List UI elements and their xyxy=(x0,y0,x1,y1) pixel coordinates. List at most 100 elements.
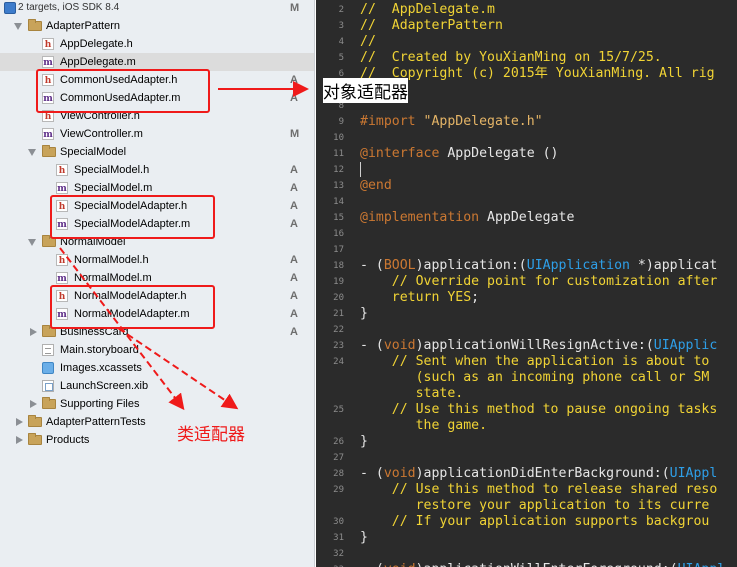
code-line[interactable]: } xyxy=(360,530,368,546)
code-token: // AppDelegate.m xyxy=(360,2,495,17)
disclosure-open-icon[interactable] xyxy=(28,239,36,246)
code-line[interactable]: // Sent when the application is about to xyxy=(360,354,710,370)
code-token: void xyxy=(383,466,416,481)
file-row-products[interactable]: Products xyxy=(0,431,314,449)
file-row-label: AdapterPatternTests xyxy=(46,416,146,428)
file-row-launchscreen-xib[interactable]: LaunchScreen.xib xyxy=(0,377,314,395)
source-file-icon: m xyxy=(42,128,54,140)
line-number: 14 xyxy=(333,197,344,207)
folder-icon xyxy=(42,397,56,409)
line-number: 29 xyxy=(333,485,344,495)
line-number: 3 xyxy=(338,21,344,31)
code-line[interactable]: the game. xyxy=(360,418,487,434)
code-line[interactable]: - (void)applicationWillResignActive:(UIA… xyxy=(360,338,717,354)
code-token: *)applicat xyxy=(629,258,718,273)
scm-status-badge: A xyxy=(290,272,298,284)
code-line[interactable]: } xyxy=(360,434,368,450)
code-line[interactable]: // Use this method to pause ongoing task… xyxy=(360,402,718,418)
line-number: 33 xyxy=(316,562,344,567)
code-line[interactable]: } xyxy=(360,306,368,322)
code-token: } xyxy=(360,306,368,321)
scm-status-badge: A xyxy=(290,290,298,302)
code-line[interactable]: // If your application supports backgrou xyxy=(360,514,710,530)
code-line[interactable]: - (void)applicationDidEnterBackground:(U… xyxy=(360,466,717,482)
disclosure-open-icon[interactable] xyxy=(14,23,22,30)
code-line[interactable]: restore your application to its curre xyxy=(360,498,710,514)
code-line[interactable]: #import "AppDelegate.h" xyxy=(360,114,543,130)
file-row-adapterpatterntests[interactable]: AdapterPatternTests xyxy=(0,413,314,431)
code-token: )applicationDidEnterBackground:( xyxy=(415,466,670,481)
line-number: 30 xyxy=(333,517,344,527)
header-file-icon: h xyxy=(42,38,54,50)
line-number: 13 xyxy=(333,181,344,191)
file-row-label: NormalModel.h xyxy=(74,254,149,266)
disclosure-open-icon[interactable] xyxy=(28,149,36,156)
code-line[interactable]: @interface AppDelegate () xyxy=(360,146,559,162)
code-line[interactable]: - (void)applicationWillEnterForeground:(… xyxy=(360,562,725,567)
line-number: 21 xyxy=(333,309,344,319)
code-line[interactable]: // AppDelegate.m xyxy=(360,2,495,18)
code-token: return YES xyxy=(360,290,472,305)
file-row-supporting-files[interactable]: Supporting Files xyxy=(0,395,314,413)
source-file-icon: m xyxy=(42,56,54,68)
line-number: 12 xyxy=(333,165,344,175)
code-line[interactable]: // Use this method to release shared res… xyxy=(360,482,718,498)
line-number xyxy=(316,418,344,434)
line-number: 10 xyxy=(333,133,344,143)
code-line[interactable]: - (BOOL)application:(UIApplication *)app… xyxy=(360,258,717,274)
xib-icon xyxy=(42,380,54,392)
line-number: 4 xyxy=(338,37,344,47)
file-row-normalmodel-h[interactable]: h NormalModel.h A xyxy=(0,251,314,269)
file-row-label: SpecialModel xyxy=(60,146,127,158)
code-token: // Sent when the application is about to xyxy=(360,354,710,369)
scm-status-badge: A xyxy=(290,182,298,194)
object-adapter-label: 对象适配器 xyxy=(323,78,408,103)
code-line[interactable]: // Override point for customization afte… xyxy=(360,274,718,290)
code-token: )application:( xyxy=(415,258,527,273)
code-line[interactable]: // Copyright (c) 2015年 YouXianMing. All … xyxy=(360,66,715,82)
code-token: UIAppl xyxy=(678,562,726,567)
code-line[interactable]: state. xyxy=(360,386,464,402)
code-token: @implementation xyxy=(360,210,488,225)
code-line[interactable]: (such as an incoming phone call or SM xyxy=(360,370,710,386)
file-row-viewcontroller-m[interactable]: m ViewController.m M xyxy=(0,125,314,143)
code-line[interactable]: return YES; xyxy=(360,290,479,306)
line-number: 2 xyxy=(338,5,344,15)
code-token: restore your application to its curre xyxy=(360,498,710,513)
file-row-specialmodel[interactable]: SpecialModel xyxy=(0,143,314,161)
scm-status-badge: A xyxy=(290,254,298,266)
disclosure-closed-icon[interactable] xyxy=(30,400,37,408)
line-number: 27 xyxy=(333,453,344,463)
code-line[interactable]: @end xyxy=(360,178,392,194)
disclosure-closed-icon[interactable] xyxy=(30,328,37,336)
file-row-images-xcassets[interactable]: Images.xcassets xyxy=(0,359,314,377)
line-number: 26 xyxy=(333,437,344,447)
code-line[interactable]: // xyxy=(360,34,376,50)
line-number: 9 xyxy=(338,117,344,127)
line-number: 17 xyxy=(333,245,344,255)
asset-catalog-icon xyxy=(42,362,54,374)
disclosure-closed-icon[interactable] xyxy=(16,436,23,444)
code-line[interactable]: // Created by YouXianMing on 15/7/25. xyxy=(360,50,662,66)
scm-status-badge: A xyxy=(290,164,298,176)
file-row-specialmodel-h[interactable]: h SpecialModel.h A xyxy=(0,161,314,179)
file-row-label: AppDelegate.h xyxy=(60,38,133,50)
code-token: the game. xyxy=(360,418,488,433)
project-icon xyxy=(4,2,16,14)
folder-icon xyxy=(28,415,42,427)
file-row-main-storyboard[interactable]: Main.storyboard xyxy=(0,341,314,359)
code-token: AppDelegate () xyxy=(447,146,559,161)
disclosure-closed-icon[interactable] xyxy=(16,418,23,426)
code-token: @end xyxy=(360,178,392,193)
file-row-adapterpattern[interactable]: AdapterPattern xyxy=(0,17,314,35)
line-number: 31 xyxy=(333,533,344,543)
code-token: (such as an incoming phone call or SM xyxy=(360,370,710,385)
code-line[interactable]: // AdapterPattern xyxy=(360,18,503,34)
code-line[interactable]: @implementation AppDelegate xyxy=(360,210,574,226)
project-row[interactable]: 2 targets, iOS SDK 8.4 M xyxy=(0,0,314,17)
object-adapter-highlight-box xyxy=(36,69,210,113)
file-row-label: Products xyxy=(46,434,90,446)
file-row-appdelegate-h[interactable]: h AppDelegate.h xyxy=(0,35,314,53)
line-number: 22 xyxy=(333,325,344,335)
file-row-label: Images.xcassets xyxy=(60,362,142,374)
